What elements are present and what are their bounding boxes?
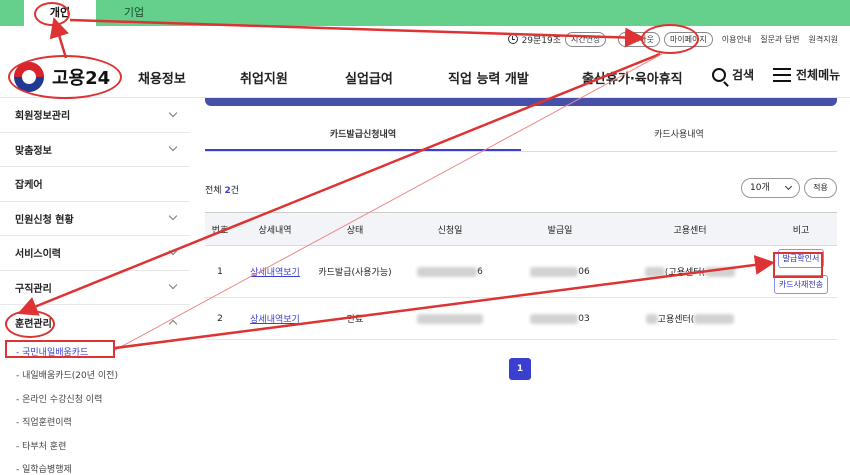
chevron-down-icon xyxy=(168,212,178,221)
annotation-box-certificate xyxy=(773,252,823,278)
sidebar-sub-other-ministry[interactable]: - 타부처 훈련 xyxy=(0,434,190,458)
card-history-table: 번호 상세내역 상태 신청일 발급일 고용센터 비고 1 상세내역보기 카드발급… xyxy=(205,212,837,340)
issue-date-tail: 03 xyxy=(578,313,590,324)
content-top-strip xyxy=(205,98,837,106)
sidebar-sub-training-history[interactable]: - 직업훈련이력 xyxy=(0,410,190,434)
total-suffix: 건 xyxy=(230,186,239,196)
annotation-circle-mypage xyxy=(641,24,699,54)
nav-parental-leave[interactable]: 출산휴가·육아휴직 xyxy=(582,68,683,87)
search-label: 검색 xyxy=(732,68,755,82)
sidebar-item-job-search[interactable]: 구직관리 xyxy=(0,271,190,305)
chevron-down-icon xyxy=(168,143,178,152)
search-icon xyxy=(712,67,726,82)
row-number: 1 xyxy=(217,266,223,277)
hamburger-icon xyxy=(773,67,791,82)
chevron-down-icon xyxy=(168,281,178,290)
session-timer: 29분19초 xyxy=(521,35,562,46)
guide-link[interactable]: 이용안내 xyxy=(722,34,751,45)
sidebar-sub-work-study[interactable]: - 일학습병행제 xyxy=(0,457,190,475)
issue-date-tail: 06 xyxy=(578,266,590,277)
tab-card-usage-history[interactable]: 카드사용내역 xyxy=(521,122,837,151)
extend-time-button[interactable]: 시간연장 xyxy=(565,31,607,47)
redacted-date xyxy=(417,313,483,324)
column-header: 상세내역 xyxy=(258,225,292,236)
nav-unemployment-benefit[interactable]: 실업급여 xyxy=(345,68,393,87)
arrow-logo-to-personal xyxy=(49,17,69,59)
remote-support-link[interactable]: 원격지원 xyxy=(809,34,838,45)
row-status: 만료 xyxy=(346,315,364,325)
sidebar-item-service-history[interactable]: 서비스이력 xyxy=(0,236,190,271)
total-label: 전체 xyxy=(205,186,222,196)
row-number: 2 xyxy=(217,313,223,324)
sidebar-item-label: 민원신청 현황 xyxy=(15,214,74,226)
sidebar-item-label: 구직관리 xyxy=(15,283,52,295)
apply-button[interactable]: 적용 xyxy=(804,178,837,198)
sidebar-item-custom-info[interactable]: 맞춤정보 xyxy=(0,133,190,167)
center-name: 고용센터( xyxy=(657,315,695,325)
sidebar: 회원정보관리 맞춤정보 잡케어 민원신청 현황 서비스이력 구직관리 훈련관리 … xyxy=(0,98,190,475)
search-button[interactable]: 검색 xyxy=(712,66,754,83)
redacted-center xyxy=(705,266,736,277)
redacted-date xyxy=(530,266,579,277)
chevron-down-icon xyxy=(168,246,178,255)
column-header: 상태 xyxy=(346,225,364,236)
all-menu-button[interactable]: 전체메뉴 xyxy=(773,66,840,83)
redacted-date xyxy=(530,313,579,324)
sidebar-sub-old-card[interactable]: - 내일배움카드(20년 이전) xyxy=(0,363,190,387)
sidebar-item-label: 맞춤정보 xyxy=(15,145,52,157)
row-status: 카드발급(사용가능) xyxy=(318,268,392,278)
nav-job-info[interactable]: 채용정보 xyxy=(138,68,186,87)
redacted-center xyxy=(694,313,735,324)
page-1-button[interactable]: 1 xyxy=(509,358,531,380)
annotation-circle-personal xyxy=(34,2,70,26)
tab-card-issue-history[interactable]: 카드발급신청내역 xyxy=(205,122,521,151)
redacted-date xyxy=(417,266,478,277)
tab-company[interactable]: 기업 xyxy=(96,0,172,26)
annotation-circle-logo xyxy=(8,55,122,99)
clock-icon xyxy=(507,34,518,44)
total-count: 전체 2건 xyxy=(205,183,239,196)
detail-link[interactable]: 상세내역보기 xyxy=(250,265,300,278)
column-header: 번호 xyxy=(211,225,229,236)
chevron-up-icon xyxy=(168,319,178,328)
nav-vocational-training[interactable]: 직업 능력 개발 xyxy=(448,68,529,87)
content-tabs: 카드발급신청내역 카드사용내역 xyxy=(205,122,837,152)
sidebar-item-label: 회원정보관리 xyxy=(15,111,71,123)
chevron-down-icon xyxy=(168,108,178,117)
top-tab-bar: 개인 기업 xyxy=(0,0,850,26)
per-page-select[interactable]: 10개 xyxy=(741,178,800,198)
column-header: 발급일 xyxy=(547,225,573,236)
redacted-center xyxy=(644,266,665,277)
qna-link[interactable]: 질문과 답변 xyxy=(760,34,799,45)
column-header: 신청일 xyxy=(437,225,463,236)
all-menu-label: 전체메뉴 xyxy=(796,68,841,82)
sidebar-item-member-info[interactable]: 회원정보관리 xyxy=(0,98,190,133)
table-row: 1 상세내역보기 카드발급(사용가능) 6 06 (고용센터( 발급확인서 카드… xyxy=(205,246,837,298)
table-header: 번호 상세내역 상태 신청일 발급일 고용센터 비고 xyxy=(205,212,837,246)
column-header: 비고 xyxy=(792,225,810,236)
redacted-center xyxy=(645,313,658,324)
sidebar-item-label: 서비스이력 xyxy=(15,249,61,261)
sidebar-item-petition-status[interactable]: 민원신청 현황 xyxy=(0,202,190,236)
sidebar-item-jobcare[interactable]: 잡케어 xyxy=(0,167,190,202)
annotation-box-national-card xyxy=(5,340,115,358)
table-row: 2 상세내역보기 만료 03 고용센터( xyxy=(205,298,837,340)
sidebar-sub-online-enroll[interactable]: - 온라인 수강신청 이력 xyxy=(0,387,190,411)
column-header: 고용센터 xyxy=(673,225,707,236)
nav-employment-support[interactable]: 취업지원 xyxy=(240,68,288,87)
sidebar-item-label: 잡케어 xyxy=(15,180,43,192)
detail-link[interactable]: 상세내역보기 xyxy=(250,312,300,325)
center-name: (고용센터( xyxy=(664,268,706,278)
apply-date-tail: 6 xyxy=(477,266,483,277)
annotation-circle-training xyxy=(5,310,55,338)
